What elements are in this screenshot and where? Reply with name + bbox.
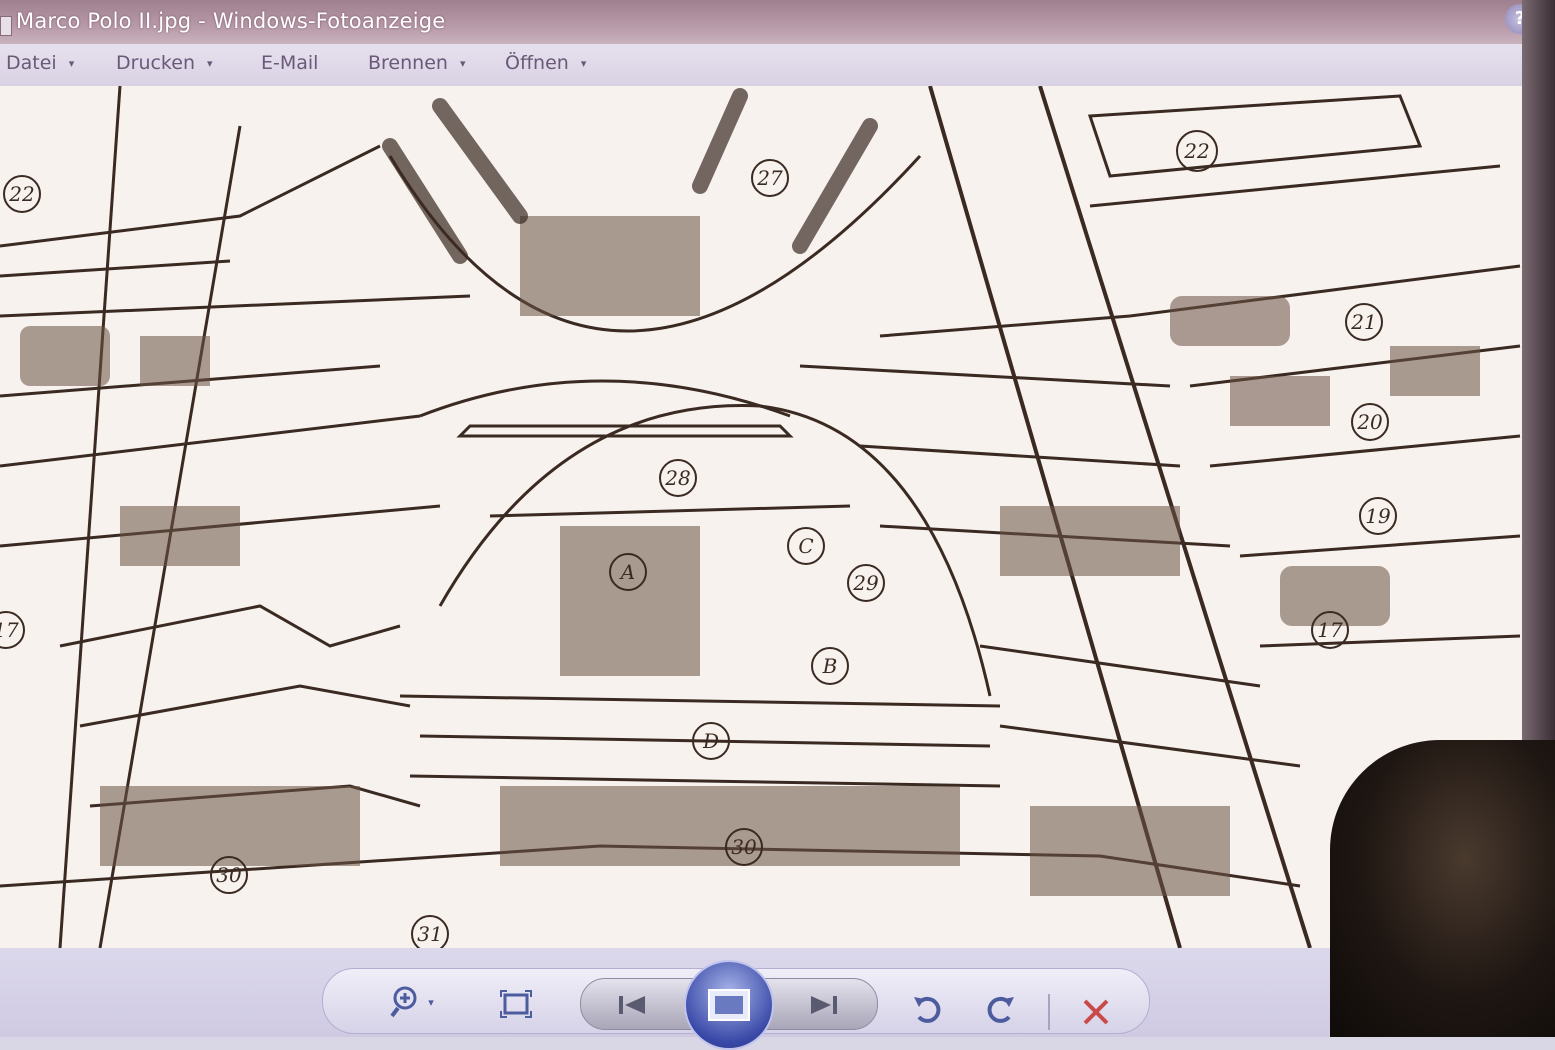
diagram-label: 29 (852, 571, 879, 595)
menu-brennen[interactable]: Brennen ▾ (368, 52, 465, 74)
rotate-left-button[interactable] (908, 990, 948, 1030)
delete-button[interactable] (1076, 992, 1116, 1032)
diagram-label: 30 (731, 835, 757, 859)
diagram-label: B (822, 654, 838, 678)
chevron-down-icon: ▾ (207, 57, 213, 70)
title-bar: Marco Polo II.jpg - Windows-Fotoanzeige … (0, 0, 1555, 44)
window-title: Marco Polo II.jpg - Windows-Fotoanzeige (16, 9, 446, 33)
diagram-label: 22 (1183, 139, 1209, 163)
menu-bar: Datei ▾ Drucken ▾ E-Mail Brennen ▾ Öffnen ▾ (0, 44, 1555, 87)
delete-icon (1083, 999, 1109, 1025)
previous-icon (619, 996, 645, 1014)
diagram-label: 28 (664, 466, 690, 490)
chevron-down-icon: ▾ (428, 995, 434, 1009)
fit-window-button[interactable] (496, 984, 536, 1024)
chevron-down-icon: ▾ (459, 57, 466, 70)
diagram-label: 17 (0, 618, 19, 642)
slideshow-icon (708, 989, 750, 1021)
menu-drucken[interactable]: Drucken ▾ (116, 52, 213, 74)
diagram-label: D (702, 729, 719, 753)
menu-datei[interactable]: Datei ▾ (6, 52, 74, 74)
presenter-silhouette (1330, 740, 1555, 1037)
chevron-down-icon: ▾ (68, 57, 75, 70)
diagram-label: 30 (216, 863, 242, 887)
rotate-right-button[interactable] (980, 990, 1020, 1030)
next-button[interactable] (800, 990, 846, 1020)
fit-window-icon (500, 990, 532, 1018)
diagram-label: 17 (1317, 618, 1343, 642)
rotate-left-icon (914, 996, 941, 1023)
diagram-label: 22 (8, 182, 34, 206)
zoom-icon (390, 986, 417, 1018)
menu-email[interactable]: E-Mail (261, 52, 318, 74)
toolbar-divider (1048, 994, 1050, 1030)
diagram-label: 31 (417, 922, 442, 946)
displayed-image: 22 22 27 21 20 28 A C 29 B D 19 17 30 30… (0, 86, 1521, 948)
app-icon (0, 16, 12, 36)
chevron-down-icon: ▾ (580, 57, 587, 70)
previous-button[interactable] (610, 990, 656, 1020)
menu-oeffnen[interactable]: Öffnen ▾ (505, 52, 586, 74)
diagram-label: 21 (1350, 310, 1376, 334)
rotate-right-icon (987, 996, 1014, 1023)
diagram-label: 27 (756, 166, 783, 190)
image-viewport: 22 22 27 21 20 28 A C 29 B D 19 17 30 30… (0, 86, 1525, 948)
diagram-label: 19 (1365, 504, 1391, 528)
diagram-label: A (619, 560, 635, 584)
zoom-button[interactable]: ▾ (380, 982, 442, 1022)
next-icon (811, 996, 837, 1014)
diagram-label: C (798, 534, 813, 558)
diagram-label: 20 (1356, 410, 1383, 434)
